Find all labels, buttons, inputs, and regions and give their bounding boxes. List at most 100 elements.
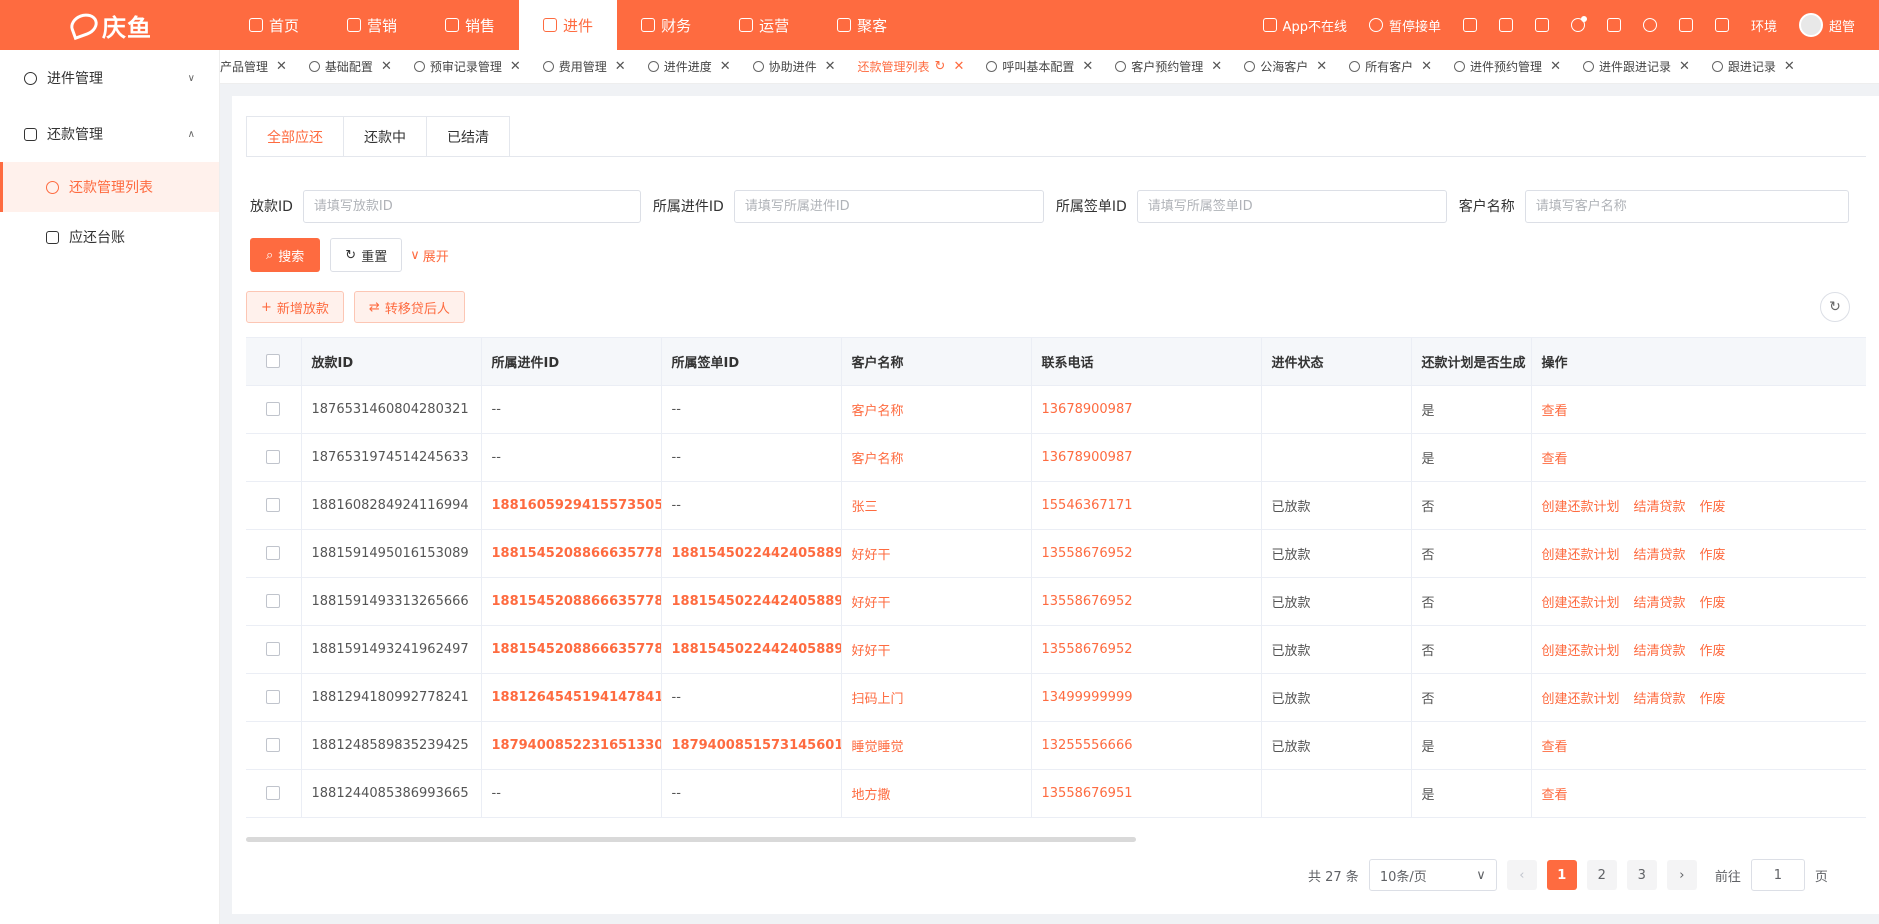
horizontal-scrollbar[interactable] bbox=[246, 837, 1136, 842]
close-icon[interactable]: ✕ bbox=[1082, 59, 1093, 74]
pause-orders-button[interactable]: 暂停接单 bbox=[1368, 16, 1441, 35]
page-tab[interactable]: 费用管理 ✕ bbox=[532, 50, 637, 83]
cell-application-id[interactable]: 1881545208866635778 bbox=[481, 577, 662, 626]
row-action-link[interactable]: 创建还款计划 bbox=[1542, 692, 1620, 707]
row-action-link[interactable]: 作废 bbox=[1700, 548, 1726, 563]
next-page-button[interactable]: › bbox=[1666, 860, 1697, 890]
nav-item-customers[interactable]: 聚客 bbox=[813, 0, 911, 50]
page-tab[interactable]: 进件跟进记录 ✕ bbox=[1572, 50, 1701, 83]
nav-item-marketing[interactable]: 营销 bbox=[323, 0, 421, 50]
close-icon[interactable]: ✕ bbox=[1211, 59, 1222, 74]
lock-icon[interactable] bbox=[1462, 18, 1477, 32]
contract-id-input[interactable] bbox=[1136, 189, 1447, 223]
row-action-link[interactable]: 查看 bbox=[1542, 452, 1568, 467]
cell-contract-id[interactable]: 1881545022442405889 bbox=[661, 577, 842, 626]
goto-page-input[interactable] bbox=[1750, 859, 1805, 891]
page-tab[interactable]: 产品管理 ✕ bbox=[220, 50, 298, 83]
page-tab[interactable]: 跟进记录 ✕ bbox=[1701, 50, 1806, 83]
cell-phone[interactable]: 13499999999 bbox=[1031, 673, 1262, 722]
cell-phone[interactable]: 13558676951 bbox=[1031, 769, 1262, 818]
refresh-icon[interactable]: ↻ bbox=[935, 59, 946, 74]
cell-phone[interactable]: 13678900987 bbox=[1031, 433, 1262, 482]
fullscreen-icon[interactable] bbox=[1606, 18, 1621, 32]
shirt-icon[interactable] bbox=[1534, 18, 1549, 32]
prev-page-button[interactable]: ‹ bbox=[1506, 860, 1537, 890]
user-menu[interactable]: 超管 bbox=[1798, 13, 1855, 37]
cell-phone[interactable]: 13558676952 bbox=[1031, 529, 1262, 578]
page-size-select[interactable]: 10条/页 ∨ bbox=[1368, 859, 1497, 891]
row-action-link[interactable]: 查看 bbox=[1542, 788, 1568, 803]
search-button[interactable]: ⌕ 搜索 bbox=[250, 238, 321, 272]
nav-item-home[interactable]: 首页 bbox=[225, 0, 323, 50]
close-icon[interactable]: ✕ bbox=[276, 59, 287, 74]
nav-item-sales[interactable]: 销售 bbox=[421, 0, 519, 50]
close-icon[interactable]: ✕ bbox=[1316, 59, 1327, 74]
bell-icon[interactable] bbox=[1570, 16, 1587, 32]
cell-customer-name[interactable]: 好好干 bbox=[841, 577, 1032, 626]
tab-settled[interactable]: 已结清 bbox=[427, 117, 509, 156]
sidebar-item-due-ledger[interactable]: 应还台账 bbox=[0, 212, 219, 262]
row-checkbox[interactable] bbox=[246, 673, 302, 722]
customer-name-input[interactable] bbox=[1524, 189, 1849, 223]
add-loan-button[interactable]: + 新增放款 bbox=[246, 291, 344, 323]
close-icon[interactable]: ✕ bbox=[1784, 59, 1795, 74]
row-action-link[interactable]: 查看 bbox=[1542, 740, 1568, 755]
page-tab[interactable]: 进件进度 ✕ bbox=[637, 50, 742, 83]
cell-application-id[interactable]: 1879400852231651330 bbox=[481, 721, 662, 770]
sidebar-group-repayment[interactable]: 还款管理 ∧ bbox=[0, 106, 219, 162]
cell-customer-name[interactable]: 睡觉睡觉 bbox=[841, 721, 1032, 770]
close-icon[interactable]: ✕ bbox=[510, 59, 521, 74]
expand-link[interactable]: ∨ 展开 bbox=[410, 246, 449, 265]
nav-item-application[interactable]: 进件 bbox=[519, 0, 618, 50]
send-icon[interactable] bbox=[1714, 18, 1729, 32]
tab-all-due[interactable]: 全部应还 bbox=[247, 117, 344, 156]
row-action-link[interactable]: 作废 bbox=[1700, 644, 1726, 659]
cell-phone[interactable]: 13558676952 bbox=[1031, 577, 1262, 626]
row-checkbox[interactable] bbox=[246, 625, 302, 674]
select-all-checkbox[interactable] bbox=[246, 338, 302, 386]
close-icon[interactable]: ✕ bbox=[1421, 59, 1432, 74]
close-icon[interactable]: ✕ bbox=[825, 59, 836, 74]
row-action-link[interactable]: 创建还款计划 bbox=[1542, 596, 1620, 611]
row-action-link[interactable]: 创建还款计划 bbox=[1542, 548, 1620, 563]
row-action-link[interactable]: 查看 bbox=[1542, 404, 1568, 419]
sidebar-group-application[interactable]: 进件管理 ∨ bbox=[0, 50, 219, 106]
cell-customer-name[interactable]: 客户名称 bbox=[841, 433, 1032, 482]
close-icon[interactable]: ✕ bbox=[381, 59, 392, 74]
row-checkbox[interactable] bbox=[246, 577, 302, 626]
page-tab[interactable]: 所有客户 ✕ bbox=[1338, 50, 1443, 83]
app-status[interactable]: App不在线 bbox=[1262, 16, 1347, 35]
page-tab[interactable]: 协助进件 ✕ bbox=[742, 50, 847, 83]
brand-logo[interactable]: 庆鱼 bbox=[0, 0, 220, 50]
row-action-link[interactable]: 作废 bbox=[1700, 692, 1726, 707]
table-refresh-button[interactable]: ↻ bbox=[1820, 292, 1850, 322]
reset-button[interactable]: ↻ 重置 bbox=[330, 238, 403, 272]
sidebar-item-repayment-list[interactable]: 还款管理列表 bbox=[0, 162, 219, 212]
loan-id-input[interactable] bbox=[302, 189, 641, 223]
page-button[interactable]: 1 bbox=[1546, 860, 1577, 890]
cell-customer-name[interactable]: 地方撒 bbox=[841, 769, 1032, 818]
cell-contract-id[interactable]: 1881545022442405889 bbox=[661, 625, 842, 674]
application-id-input[interactable] bbox=[733, 189, 1044, 223]
page-tab[interactable]: 进件预约管理 ✕ bbox=[1443, 50, 1572, 83]
page-tab[interactable]: 预审记录管理 ✕ bbox=[403, 50, 532, 83]
list-icon[interactable] bbox=[1498, 18, 1513, 32]
row-checkbox[interactable] bbox=[246, 721, 302, 770]
page-tab[interactable]: 呼叫基本配置 ✕ bbox=[975, 50, 1104, 83]
page-button[interactable]: 3 bbox=[1626, 860, 1657, 890]
env-label[interactable]: 环境 bbox=[1751, 16, 1777, 35]
row-action-link[interactable]: 结清贷款 bbox=[1634, 692, 1686, 707]
row-checkbox[interactable] bbox=[246, 385, 302, 434]
cell-contract-id[interactable]: 1879400851573145601 bbox=[661, 721, 842, 770]
cell-phone[interactable]: 13558676952 bbox=[1031, 625, 1262, 674]
row-action-link[interactable]: 创建还款计划 bbox=[1542, 644, 1620, 659]
nav-item-finance[interactable]: 财务 bbox=[617, 0, 715, 50]
cell-customer-name[interactable]: 好好干 bbox=[841, 625, 1032, 674]
close-icon[interactable]: ✕ bbox=[615, 59, 626, 74]
row-checkbox[interactable] bbox=[246, 529, 302, 578]
cell-customer-name[interactable]: 好好干 bbox=[841, 529, 1032, 578]
close-icon[interactable]: ✕ bbox=[720, 59, 731, 74]
row-action-link[interactable]: 创建还款计划 bbox=[1542, 500, 1620, 515]
row-checkbox[interactable] bbox=[246, 481, 302, 530]
transfer-button[interactable]: ⇄ 转移贷后人 bbox=[353, 291, 465, 323]
